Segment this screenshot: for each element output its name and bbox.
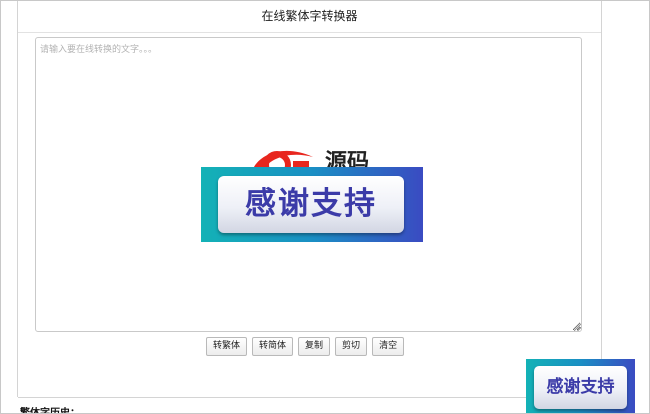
thanks-overlay-small-label: 感谢支持 [534,366,627,409]
thanks-overlay-small[interactable]: 感谢支持 [526,359,635,413]
clear-button[interactable]: 清空 [372,337,405,356]
to-simplified-button[interactable]: 转简体 [252,337,294,356]
converter-frame: 在线繁体字转换器 源码 感谢支持 转繁体 转简体 复制 剪切 清空 繁体字历史：… [0,0,650,414]
left-divider [17,1,18,397]
copy-button[interactable]: 复制 [298,337,331,356]
cut-button[interactable]: 剪切 [335,337,368,356]
to-traditional-button[interactable]: 转繁体 [206,337,248,356]
page-title: 在线繁体字转换器 [18,1,601,33]
resize-grip-icon[interactable] [574,324,581,331]
history-divider [18,397,601,398]
right-gutter [601,1,649,413]
thanks-overlay-large-label: 感谢支持 [218,176,404,233]
history-heading: 繁体字历史： [20,408,80,414]
conversion-toolbar: 转繁体 转简体 复制 剪切 清空 [206,337,405,357]
thanks-overlay-large[interactable]: 感谢支持 [201,167,423,242]
